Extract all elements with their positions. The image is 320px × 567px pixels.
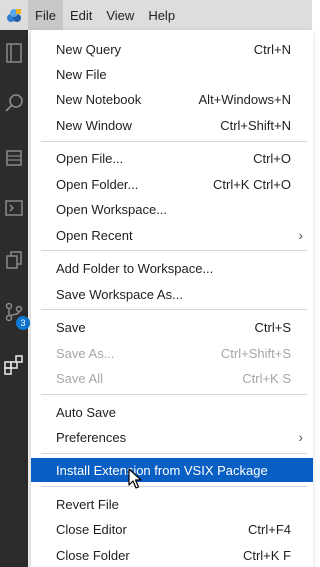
source-control-badge: 3 xyxy=(16,316,30,330)
chevron-right-icon: › xyxy=(298,429,303,445)
explorer-icon[interactable] xyxy=(0,33,28,73)
vscode-logo-icon xyxy=(0,0,28,30)
menu-separator xyxy=(41,309,307,310)
menu-item-auto-save[interactable]: Auto Save xyxy=(31,400,313,424)
menu-item-open-folder[interactable]: Open Folder... Ctrl+K Ctrl+O xyxy=(31,172,313,196)
menu-help[interactable]: Help xyxy=(141,0,182,30)
menu-item-save[interactable]: Save Ctrl+S xyxy=(31,315,313,339)
menu-item-label: Save All xyxy=(56,370,103,386)
menu-item-label: Add Folder to Workspace... xyxy=(56,260,214,276)
menu-item-label: Install Extension from VSIX Package xyxy=(56,462,268,478)
menu-item-label: Save As... xyxy=(56,345,115,361)
activity-bar: 3 xyxy=(0,30,30,567)
menu-item-open-recent[interactable]: Open Recent › xyxy=(31,223,313,247)
menu-edit[interactable]: Edit xyxy=(63,0,99,30)
menu-item-new-window[interactable]: New Window Ctrl+Shift+N xyxy=(31,113,313,137)
search-icon[interactable] xyxy=(0,83,28,123)
menu-item-label: Open Recent xyxy=(56,227,133,243)
file-menu-dropdown: New Query Ctrl+N New File New Notebook A… xyxy=(30,30,313,567)
menu-item-open-workspace[interactable]: Open Workspace... xyxy=(31,197,313,221)
menu-item-shortcut: Ctrl+K S xyxy=(242,370,291,386)
menu-separator xyxy=(41,394,307,395)
menu-separator xyxy=(41,453,307,454)
mouse-pointer-icon xyxy=(128,468,142,493)
menu-item-close-folder[interactable]: Close Folder Ctrl+K F xyxy=(31,543,313,567)
menu-item-shortcut: Ctrl+K F xyxy=(242,547,291,563)
menu-item-label: Auto Save xyxy=(56,404,116,420)
menu-item-shortcut: Ctrl+S xyxy=(254,319,291,335)
menu-item-label: Save Workspace As... xyxy=(56,286,183,302)
menu-item-label: New File xyxy=(56,66,107,82)
menu-item-shortcut: Ctrl+Shift+N xyxy=(220,117,291,133)
menu-item-shortcut: Ctrl+O xyxy=(253,150,291,166)
menu-item-label: New Notebook xyxy=(56,91,142,107)
menu-item-new-file[interactable]: New File xyxy=(31,62,313,86)
menu-item-label: Close Editor xyxy=(56,521,127,537)
notebook-icon[interactable] xyxy=(0,138,28,178)
menu-separator xyxy=(41,486,307,487)
menu-separator xyxy=(41,141,307,142)
menu-item-label: New Window xyxy=(56,117,132,133)
menu-item-install-extension-vsix[interactable]: Install Extension from VSIX Package xyxy=(31,458,313,482)
menu-item-new-query[interactable]: New Query Ctrl+N xyxy=(31,37,313,61)
menu-item-preferences[interactable]: Preferences › xyxy=(31,425,313,449)
menu-item-shortcut: Ctrl+N xyxy=(253,41,291,57)
menu-item-shortcut: Alt+Windows+N xyxy=(198,91,291,107)
menu-item-label: Close Folder xyxy=(56,547,130,563)
menu-item-close-editor[interactable]: Close Editor Ctrl+F4 xyxy=(31,517,313,541)
menu-item-save-as: Save As... Ctrl+Shift+S xyxy=(31,341,313,365)
menu-separator xyxy=(41,250,307,251)
menu-item-label: Preferences xyxy=(56,429,127,445)
menu-item-shortcut: Ctrl+Shift+S xyxy=(220,345,291,361)
menu-item-label: Open File... xyxy=(56,150,124,166)
menu-item-label: Open Workspace... xyxy=(56,201,168,217)
menu-item-new-notebook[interactable]: New Notebook Alt+Windows+N xyxy=(31,87,313,111)
menu-item-shortcut: Ctrl+K Ctrl+O xyxy=(212,176,291,192)
copy-icon[interactable] xyxy=(0,240,28,280)
extensions-icon[interactable] xyxy=(0,345,28,385)
menu-item-add-folder-to-workspace[interactable]: Add Folder to Workspace... xyxy=(31,256,313,280)
menu-item-shortcut: Ctrl+F4 xyxy=(248,521,291,537)
menu-bar: File Edit View Help xyxy=(0,0,312,30)
terminal-icon[interactable] xyxy=(0,188,28,228)
menu-item-label: Save xyxy=(56,319,86,335)
menu-item-label: New Query xyxy=(56,41,122,57)
menu-item-label: Open Folder... xyxy=(56,176,139,192)
menu-item-label: Revert File xyxy=(56,496,119,512)
menu-item-save-all: Save All Ctrl+K S xyxy=(31,366,313,390)
menu-item-revert-file[interactable]: Revert File xyxy=(31,492,313,516)
menu-file[interactable]: File xyxy=(28,0,63,30)
menu-item-open-file[interactable]: Open File... Ctrl+O xyxy=(31,146,313,170)
chevron-right-icon: › xyxy=(298,227,303,243)
menu-view[interactable]: View xyxy=(99,0,141,30)
menu-item-save-workspace-as[interactable]: Save Workspace As... xyxy=(31,282,313,306)
